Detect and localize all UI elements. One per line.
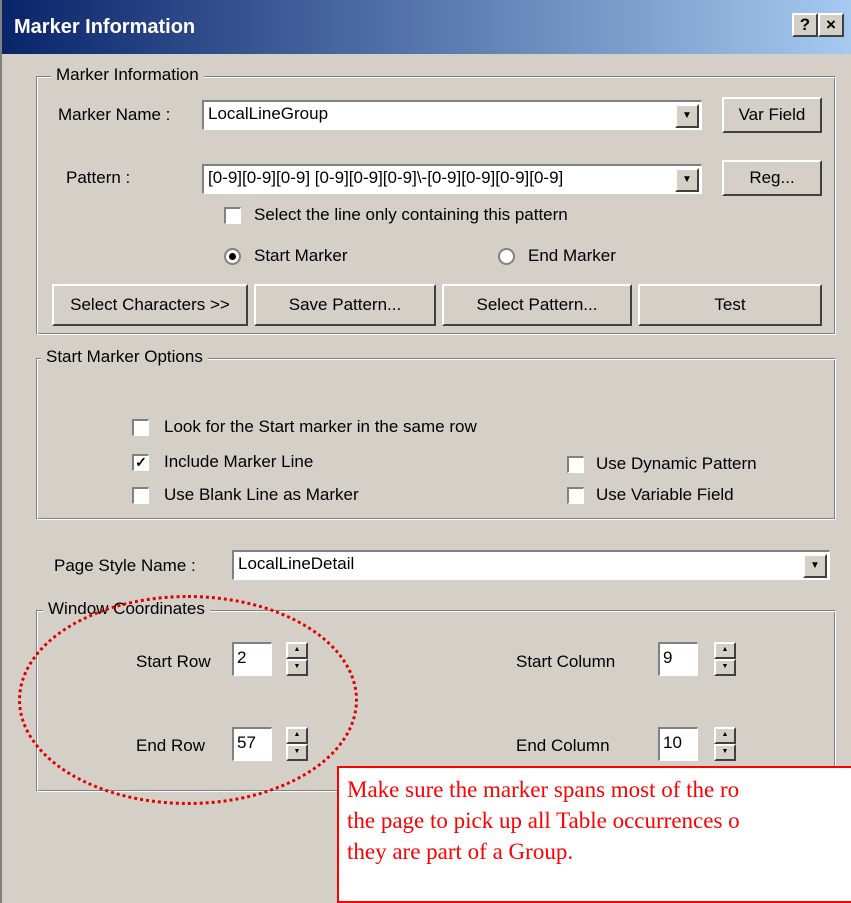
chevron-down-icon[interactable]: ▼	[675, 168, 699, 192]
start-marker-radio[interactable]	[224, 248, 241, 265]
test-button[interactable]: Test	[638, 284, 822, 326]
page-style-combobox[interactable]: LocalLineDetail ▼	[232, 550, 830, 580]
blank-line-checkbox[interactable]	[132, 487, 149, 504]
spin-up-icon[interactable]: ▲	[714, 642, 736, 659]
var-field-button[interactable]: Var Field	[722, 97, 822, 133]
look-same-row-checkbox[interactable]	[132, 419, 149, 436]
spin-down-icon[interactable]: ▼	[714, 659, 736, 676]
check-icon: ✓	[135, 454, 147, 470]
help-button[interactable]: ?	[792, 13, 818, 37]
dynamic-pattern-label: Use Dynamic Pattern	[596, 454, 757, 473]
close-button[interactable]: ×	[818, 13, 844, 37]
callout-line: the page to pick up all Table occurrence…	[347, 808, 740, 833]
pattern-label: Pattern :	[66, 168, 131, 187]
select-line-checkbox[interactable]	[224, 207, 241, 224]
start-column-input[interactable]: 9	[658, 642, 698, 676]
end-marker-label: End Marker	[528, 246, 616, 265]
variable-field-label: Use Variable Field	[596, 485, 734, 504]
end-marker-radio[interactable]	[498, 248, 515, 265]
select-line-label: Select the line only containing this pat…	[254, 205, 568, 224]
end-column-input[interactable]: 10	[658, 727, 698, 761]
chevron-down-icon[interactable]: ▼	[803, 554, 827, 578]
dynamic-pattern-checkbox[interactable]	[567, 456, 584, 473]
start-marker-options-legend: Start Marker Options	[41, 347, 208, 367]
include-marker-line-label: Include Marker Line	[164, 452, 314, 471]
highlight-ellipse	[18, 595, 358, 805]
variable-field-checkbox[interactable]	[567, 487, 584, 504]
spin-up-icon[interactable]: ▲	[714, 727, 736, 744]
save-pattern-button[interactable]: Save Pattern...	[254, 284, 436, 326]
callout-line: Make sure the marker spans most of the r…	[347, 777, 740, 802]
spin-down-icon[interactable]: ▼	[714, 744, 736, 761]
select-characters-button[interactable]: Select Characters >>	[52, 284, 248, 326]
pattern-value: [0-9][0-9][0-9] [0-9][0-9][0-9]\-[0-9][0…	[208, 168, 564, 187]
page-style-label: Page Style Name :	[54, 556, 196, 575]
marker-name-combobox[interactable]: LocalLineGroup ▼	[202, 100, 702, 130]
marker-information-legend: Marker Information	[51, 65, 204, 85]
end-column-label: End Column	[516, 736, 610, 755]
start-marker-label: Start Marker	[254, 246, 348, 265]
callout-line: they are part of a Group.	[347, 839, 574, 864]
marker-name-value: LocalLineGroup	[208, 104, 329, 123]
page-style-value: LocalLineDetail	[238, 554, 355, 573]
select-pattern-button[interactable]: Select Pattern...	[442, 284, 632, 326]
marker-name-label: Marker Name :	[58, 105, 171, 124]
start-column-label: Start Column	[516, 652, 616, 671]
look-same-row-label: Look for the Start marker in the same ro…	[164, 417, 477, 436]
chevron-down-icon[interactable]: ▼	[675, 104, 699, 128]
blank-line-label: Use Blank Line as Marker	[164, 485, 359, 504]
window-title: Marker Information	[14, 16, 196, 38]
radio-selected-dot	[229, 253, 236, 260]
annotation-callout: Make sure the marker spans most of the r…	[337, 766, 851, 903]
include-marker-line-checkbox[interactable]: ✓	[132, 454, 149, 471]
pattern-combobox[interactable]: [0-9][0-9][0-9] [0-9][0-9][0-9]\-[0-9][0…	[202, 164, 702, 194]
reg-button[interactable]: Reg...	[722, 160, 822, 196]
title-bar[interactable]: Marker Information ? ×	[2, 0, 851, 54]
